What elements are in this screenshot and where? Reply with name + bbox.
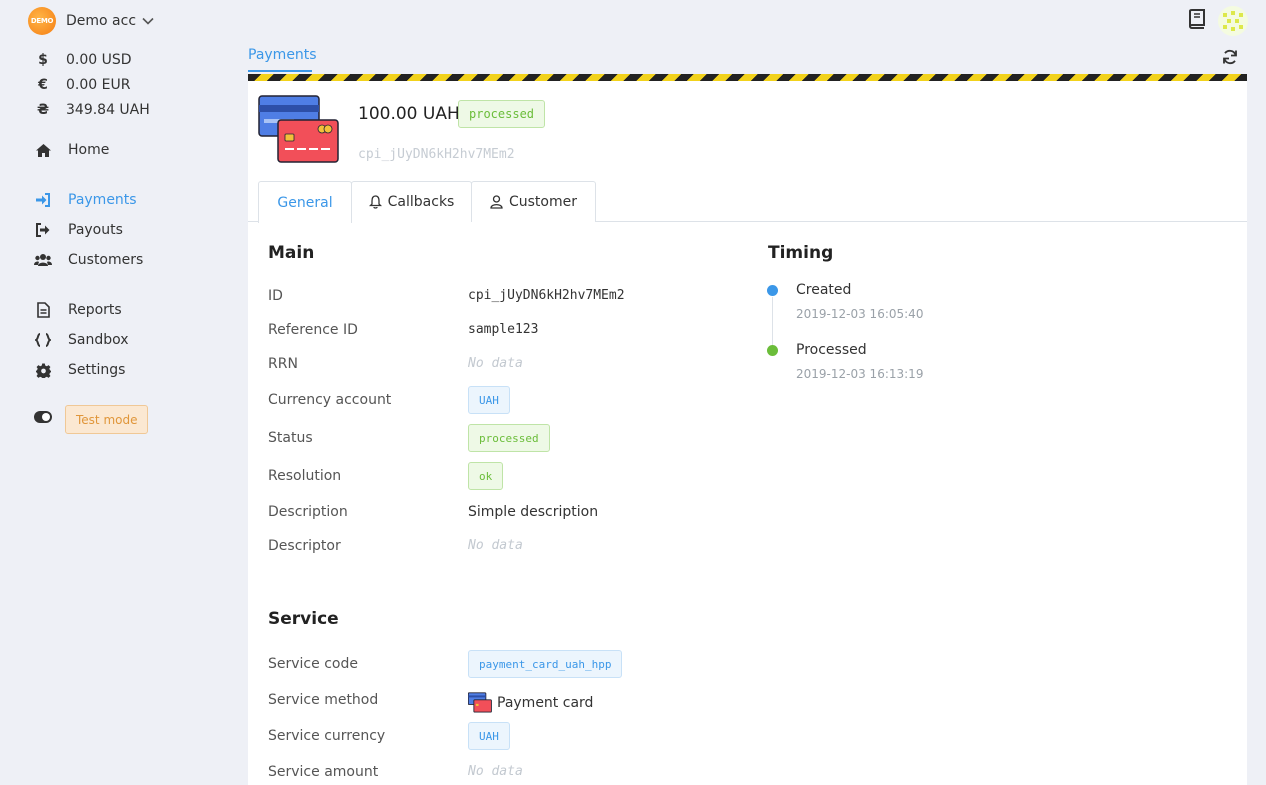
field-value-rrn: No data xyxy=(468,356,523,371)
balance-amount: 0.00 USD xyxy=(66,52,132,68)
header-actions xyxy=(1188,6,1248,36)
field-label-service-currency: Service currency xyxy=(268,728,386,744)
field-label-service-amount: Service amount xyxy=(268,764,379,780)
tab-general[interactable]: General xyxy=(258,181,352,223)
tab-label: Customer xyxy=(508,194,577,210)
sidebar-item-label: Customers xyxy=(68,252,144,268)
field-label-rrn: RRN xyxy=(268,356,298,372)
currency-account-badge: UAH xyxy=(468,386,510,414)
bell-icon xyxy=(368,195,382,209)
payment-card-icon xyxy=(258,95,339,163)
sidebar-item-customers[interactable]: Customers xyxy=(34,251,143,269)
field-label-status: Status xyxy=(268,430,313,446)
section-title-timing: Timing xyxy=(768,243,834,263)
section-title-service: Service xyxy=(268,609,339,629)
balance-uah: ₴ 349.84 UAH xyxy=(36,102,150,118)
refresh-icon[interactable] xyxy=(1222,49,1238,65)
field-label-resolution: Resolution xyxy=(268,468,342,484)
gear-icon xyxy=(34,361,52,379)
hryvnia-icon: ₴ xyxy=(36,102,50,118)
balance-amount: 0.00 EUR xyxy=(66,77,131,93)
balance-eur: € 0.00 EUR xyxy=(36,77,130,93)
euro-icon: € xyxy=(38,77,48,93)
sidebar: DEMO Demo acc $ 0.00 USD € 0.00 EUR ₴ 34… xyxy=(0,0,248,785)
timeline-event-label: Processed xyxy=(796,342,867,358)
field-label-description: Description xyxy=(268,504,348,520)
timeline-connector xyxy=(772,297,773,351)
home-icon xyxy=(34,141,52,159)
timeline-event-label: Created xyxy=(796,282,852,298)
status-badge: processed xyxy=(458,100,546,128)
sidebar-item-payments[interactable]: Payments xyxy=(34,191,137,209)
resolution-badge: ok xyxy=(468,462,504,490)
file-icon xyxy=(34,301,52,319)
test-mode-stripe xyxy=(248,74,1247,81)
payment-detail-panel: 100.00 UAH processed cpi_jUyDN6kH2hv7MEm… xyxy=(248,81,1247,785)
timeline-dot-created xyxy=(767,285,778,296)
balance-usd: $ 0.00 USD xyxy=(36,52,132,68)
field-value-service-method: Payment card xyxy=(468,692,593,714)
field-value-reference-id: sample123 xyxy=(468,322,539,337)
breadcrumb[interactable]: Payments xyxy=(248,47,317,63)
chevron-down-icon xyxy=(142,15,154,27)
test-mode-badge: Test mode xyxy=(65,405,149,434)
sidebar-item-label: Home xyxy=(68,142,110,158)
field-label-id: ID xyxy=(268,288,283,304)
service-method-label: Payment card xyxy=(497,695,594,711)
code-braces-icon xyxy=(34,331,52,349)
field-label-service-method: Service method xyxy=(268,692,379,708)
field-label-currency-account: Currency account xyxy=(268,392,392,408)
dollar-icon: $ xyxy=(38,52,48,68)
field-value-service-amount: No data xyxy=(468,764,523,779)
balance-amount: 349.84 UAH xyxy=(66,102,150,118)
field-label-descriptor: Descriptor xyxy=(268,538,341,554)
sign-out-icon xyxy=(34,221,52,239)
field-value-descriptor: No data xyxy=(468,538,523,553)
payment-card-icon xyxy=(468,692,492,713)
tab-bar: General Callbacks Customer xyxy=(248,181,1247,223)
field-value-id: cpi_jUyDN6kH2hv7MEm2 xyxy=(468,288,625,303)
payment-amount: 100.00 UAH xyxy=(358,104,460,124)
sign-in-icon xyxy=(34,191,52,209)
tab-customer[interactable]: Customer xyxy=(471,181,596,222)
status-badge: processed xyxy=(468,424,550,452)
sidebar-item-label: Reports xyxy=(68,302,122,318)
breadcrumb-underline xyxy=(248,70,312,72)
demo-account-badge-icon: DEMO xyxy=(28,7,56,35)
service-currency-badge: UAH xyxy=(468,722,510,750)
service-code-badge: payment_card_uah_hpp xyxy=(468,650,623,678)
users-icon xyxy=(34,251,52,269)
tab-label: General xyxy=(277,194,333,211)
user-icon xyxy=(490,195,503,209)
sidebar-item-reports[interactable]: Reports xyxy=(34,301,122,319)
section-title-main: Main xyxy=(268,243,315,263)
sidebar-item-settings[interactable]: Settings xyxy=(34,361,125,379)
sidebar-item-payouts[interactable]: Payouts xyxy=(34,221,123,239)
tab-callbacks[interactable]: Callbacks xyxy=(351,181,472,222)
sidebar-item-home[interactable]: Home xyxy=(34,141,109,159)
test-mode-toggle[interactable] xyxy=(34,411,52,423)
sidebar-item-sandbox[interactable]: Sandbox xyxy=(34,331,129,349)
timeline-event-time: 2019-12-03 16:05:40 xyxy=(796,307,924,321)
field-label-reference-id: Reference ID xyxy=(268,322,358,338)
tab-label: Callbacks xyxy=(387,194,455,210)
sidebar-item-label: Sandbox xyxy=(68,332,129,348)
payment-id: cpi_jUyDN6kH2hv7MEm2 xyxy=(358,147,515,162)
sidebar-item-label: Payouts xyxy=(68,222,123,238)
account-switcher[interactable]: DEMO Demo acc xyxy=(28,7,154,35)
timeline-dot-processed xyxy=(767,345,778,356)
sidebar-item-label: Payments xyxy=(68,192,137,208)
sidebar-item-label: Settings xyxy=(68,362,126,378)
book-icon[interactable] xyxy=(1188,9,1206,33)
field-value-description: Simple description xyxy=(468,504,599,520)
avatar[interactable] xyxy=(1218,6,1248,36)
timeline-event-time: 2019-12-03 16:13:19 xyxy=(796,367,924,381)
identicon-icon xyxy=(1223,11,1243,31)
field-label-service-code: Service code xyxy=(268,656,358,672)
account-name: Demo acc xyxy=(66,13,137,29)
